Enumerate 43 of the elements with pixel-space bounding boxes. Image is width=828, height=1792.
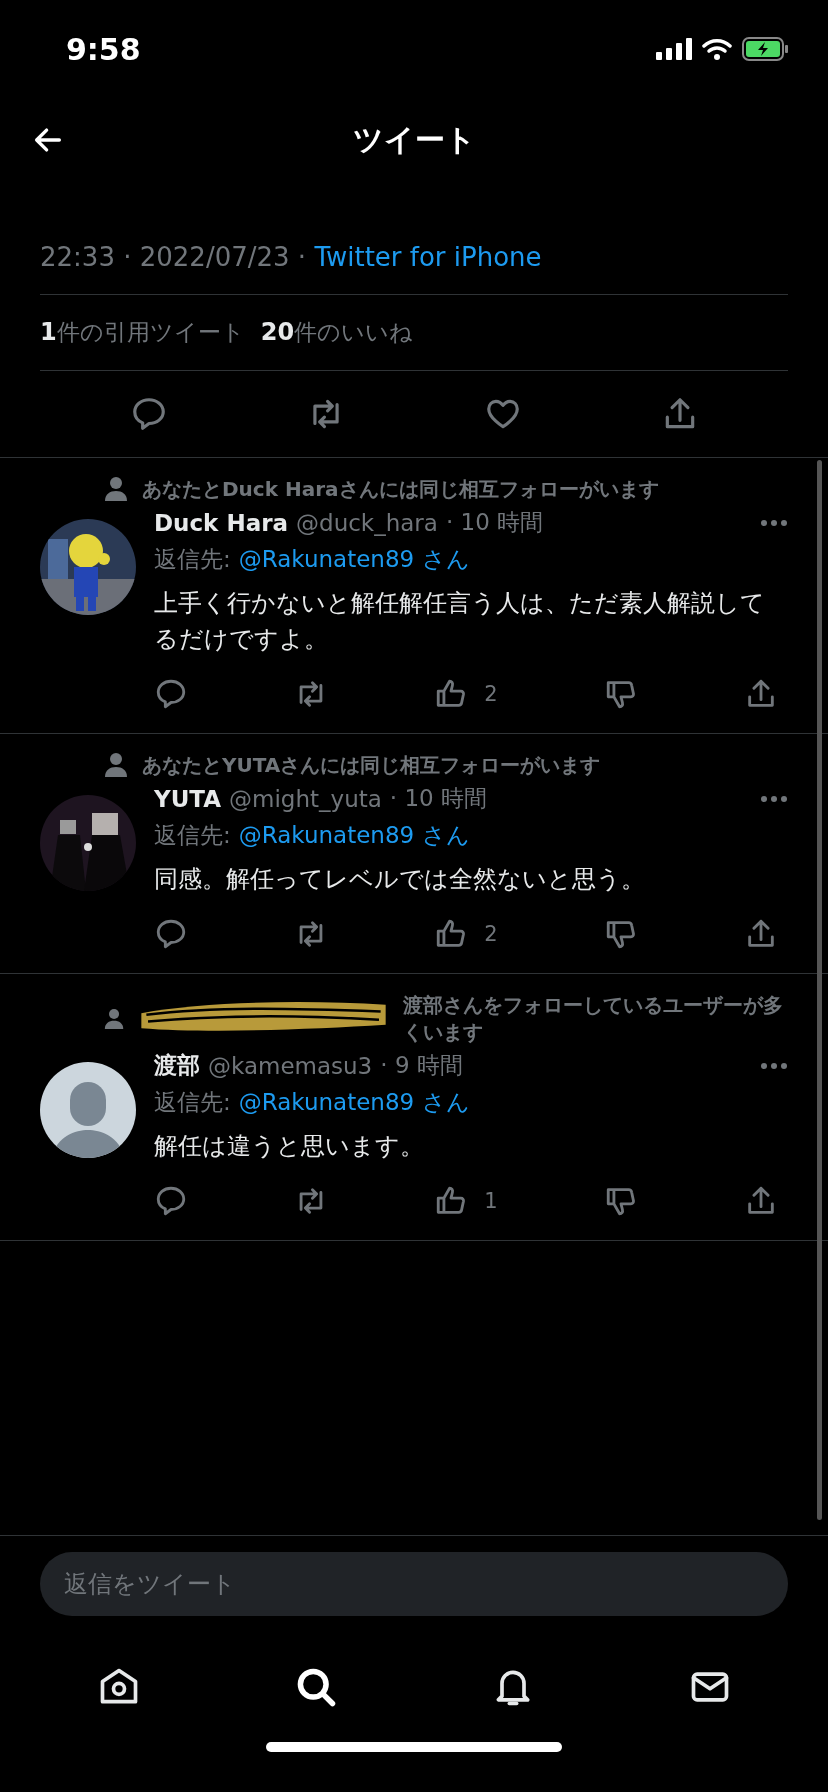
person-icon	[104, 1006, 125, 1032]
social-context: あなたとDuck Haraさんには同じ相互フォローがいます	[142, 476, 659, 503]
tweet-meta: 22:33 · 2022/07/23 · Twitter for iPhone	[40, 226, 788, 295]
engagement-stat[interactable]: 20件のいいね	[260, 317, 414, 348]
post-time: · 10 時間	[445, 508, 544, 537]
reply-label: 返信先:	[154, 821, 231, 850]
more-icon[interactable]	[760, 794, 788, 803]
battery-icon	[742, 37, 790, 61]
reply-text: 上手く行かないと解任解任言う人は、ただ素人解説してるだけですよ。	[154, 588, 766, 655]
reply-label: 返信先:	[154, 1088, 231, 1117]
signal-icon	[656, 38, 692, 60]
reply-icon[interactable]	[154, 677, 188, 711]
like-count: 2	[484, 682, 498, 706]
status-time: 9:58	[66, 31, 141, 67]
social-context: 渡部さんをフォローしているユーザーが多くいます	[403, 992, 785, 1046]
reply-label: 返信先:	[154, 545, 231, 574]
reply-icon[interactable]	[154, 917, 188, 951]
reply-icon[interactable]	[154, 1184, 188, 1218]
user-name[interactable]: Duck Hara	[154, 509, 289, 536]
like-count: 1	[484, 1189, 498, 1213]
person-icon	[104, 476, 128, 502]
mention-link[interactable]: @Rakunaten89 さん	[238, 544, 470, 575]
reply-text: 解任は違うと思います。	[154, 1131, 425, 1162]
engagement-stat[interactable]: 1件の引用ツイート	[40, 317, 245, 348]
more-icon[interactable]	[760, 518, 788, 527]
social-context: あなたとYUTAさんには同じ相互フォローがいます	[142, 752, 601, 779]
reply-text: 同感。解任ってレベルでは全然ないと思う。	[154, 864, 646, 895]
person-icon	[104, 752, 128, 778]
user-handle[interactable]: @duck_hara	[296, 509, 438, 536]
wifi-icon	[702, 38, 732, 60]
user-handle[interactable]: @might_yuta	[229, 785, 382, 812]
screen-title: ツイート	[352, 120, 476, 159]
mention-link[interactable]: @Rakunaten89 さん	[238, 1087, 470, 1118]
post-time: · 9 時間	[380, 1051, 463, 1080]
more-icon[interactable]	[760, 1061, 788, 1070]
user-name[interactable]: YUTA	[154, 785, 222, 812]
post-time: · 10 時間	[389, 784, 488, 813]
user-name[interactable]: 渡部	[154, 1050, 200, 1081]
user-handle[interactable]: @kamemasu3	[208, 1052, 373, 1079]
source-link[interactable]: Twitter for iPhone	[314, 242, 542, 272]
reply-field[interactable]: 返信をツイート	[40, 1552, 788, 1616]
mention-link[interactable]: @Rakunaten89 さん	[238, 820, 470, 851]
like-count: 2	[484, 922, 498, 946]
